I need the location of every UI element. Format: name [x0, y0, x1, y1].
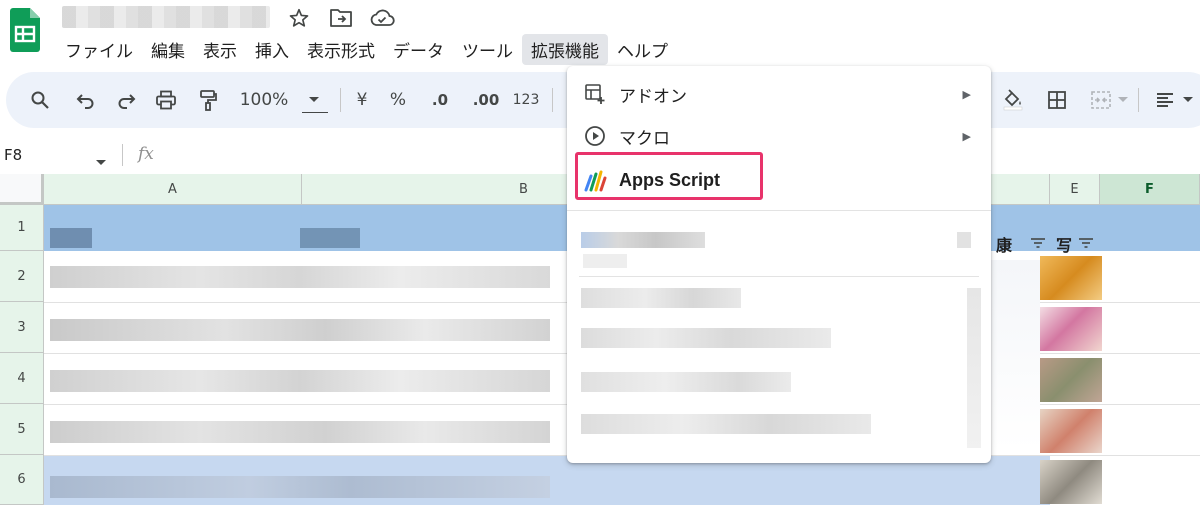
blurred-menu-entry: [581, 328, 831, 348]
select-all-corner[interactable]: [0, 174, 44, 205]
print-icon[interactable]: [152, 72, 180, 128]
menu-extensions[interactable]: 拡張機能: [522, 33, 608, 65]
menu-item-macros[interactable]: マクロ ▶: [567, 115, 991, 157]
blurred-cell: [990, 260, 1040, 450]
menu-help[interactable]: ヘルプ: [608, 34, 677, 65]
merge-dropdown-caret-icon[interactable]: [1116, 72, 1130, 128]
horizontal-align-icon[interactable]: [1150, 72, 1180, 128]
blurred-cell: [300, 228, 360, 248]
blurred-image-cell: [1040, 358, 1102, 402]
column-header-f[interactable]: F: [1100, 174, 1200, 205]
header-cell-text: 写: [1056, 236, 1073, 255]
move-to-folder-icon[interactable]: [328, 5, 354, 31]
menu-item-addons[interactable]: アドオン ▶: [567, 73, 991, 115]
column-header-e[interactable]: E: [1050, 174, 1100, 205]
paint-format-icon[interactable]: [194, 72, 222, 128]
toolbar-divider: [552, 88, 553, 112]
search-icon[interactable]: [26, 72, 54, 128]
macro-play-icon: [583, 124, 607, 148]
align-dropdown-caret-icon[interactable]: [1180, 72, 1196, 128]
menu-view[interactable]: 表示: [194, 34, 246, 65]
zoom-dropdown-caret-icon[interactable]: [302, 72, 326, 128]
name-box-caret-icon[interactable]: [96, 151, 106, 170]
star-icon[interactable]: [286, 5, 312, 31]
row-header-1[interactable]: 1: [0, 205, 44, 251]
decrease-decimal-button[interactable]: .0: [424, 72, 456, 128]
increase-decimal-button[interactable]: .00: [468, 72, 504, 128]
redo-icon[interactable]: [112, 72, 140, 128]
google-sheets-logo[interactable]: [10, 8, 40, 52]
zoom-underline: [302, 112, 328, 113]
decrease-decimal-label: .0: [431, 91, 449, 109]
blurred-row-content: [50, 476, 550, 498]
toolbar-divider: [340, 88, 341, 112]
menu-data[interactable]: データ: [384, 34, 453, 65]
blurred-cell: [50, 228, 92, 248]
addon-icon: [583, 82, 607, 106]
menu-item-label: マクロ: [619, 128, 670, 149]
extensions-menu: アドオン ▶ マクロ ▶ Apps Script: [567, 66, 991, 463]
column-header-a[interactable]: A: [44, 174, 302, 205]
menu-divider: [567, 210, 991, 211]
menu-tools[interactable]: ツール: [453, 34, 522, 65]
filter-icon[interactable]: [1030, 234, 1046, 253]
apps-script-highlight-box: [575, 152, 763, 200]
blurred-menu-entry: [581, 414, 871, 434]
blurred-row-content: [50, 421, 550, 443]
cloud-saved-icon[interactable]: [369, 5, 395, 31]
fill-color-icon[interactable]: [998, 72, 1028, 128]
blurred-menu-entry: [581, 372, 791, 392]
toolbar-divider: [1138, 88, 1139, 112]
filter-icon[interactable]: [1078, 234, 1094, 253]
menu-insert[interactable]: 挿入: [246, 34, 298, 65]
menu-item-label: アドオン: [619, 86, 687, 107]
fx-icon: fx: [138, 144, 154, 164]
blurred-menu-entry: [583, 254, 627, 268]
menu-format[interactable]: 表示形式: [298, 34, 384, 65]
submenu-arrow-icon: ▶: [962, 87, 971, 101]
menu-divider: [579, 276, 979, 277]
borders-icon[interactable]: [1042, 72, 1072, 128]
row-header-6[interactable]: 6: [0, 455, 44, 505]
blurred-row-content: [50, 370, 550, 392]
blurred-row-content: [50, 319, 550, 341]
menu-file[interactable]: ファイル: [56, 34, 142, 65]
menubar: ファイル 編集 表示 挿入 表示形式 データ ツール 拡張機能 ヘルプ: [56, 33, 677, 65]
zoom-value[interactable]: 100%: [236, 72, 292, 128]
row-header-3[interactable]: 3: [0, 302, 44, 353]
blurred-image-cell: [1040, 409, 1102, 453]
blurred-image-cell: [1040, 256, 1102, 300]
row-header-4[interactable]: 4: [0, 353, 44, 404]
blurred-row-content: [50, 266, 550, 288]
blurred-menu-entry: [581, 232, 705, 248]
name-box[interactable]: F8: [4, 146, 22, 164]
formula-bar-divider: [122, 144, 123, 166]
merge-cells-icon[interactable]: [1086, 72, 1116, 128]
row-header-2[interactable]: 2: [0, 251, 44, 302]
blurred-menu-entry: [581, 288, 741, 308]
submenu-arrow-icon: ▶: [962, 129, 971, 143]
currency-format-button[interactable]: ¥: [350, 72, 374, 128]
blurred-menu-entry: [957, 232, 971, 248]
number-format-button[interactable]: 123: [508, 72, 544, 128]
header-cell-text: 康: [996, 236, 1013, 255]
percent-format-button[interactable]: %: [386, 72, 410, 128]
row-header-5[interactable]: 5: [0, 404, 44, 455]
blurred-image-cell: [1040, 307, 1102, 351]
blurred-image-cell: [1040, 460, 1102, 504]
menu-edit[interactable]: 編集: [142, 34, 194, 65]
document-title-blurred[interactable]: [62, 6, 270, 28]
blurred-menu-entry: [967, 288, 981, 448]
increase-decimal-label: .00: [472, 91, 500, 109]
undo-icon[interactable]: [72, 72, 100, 128]
